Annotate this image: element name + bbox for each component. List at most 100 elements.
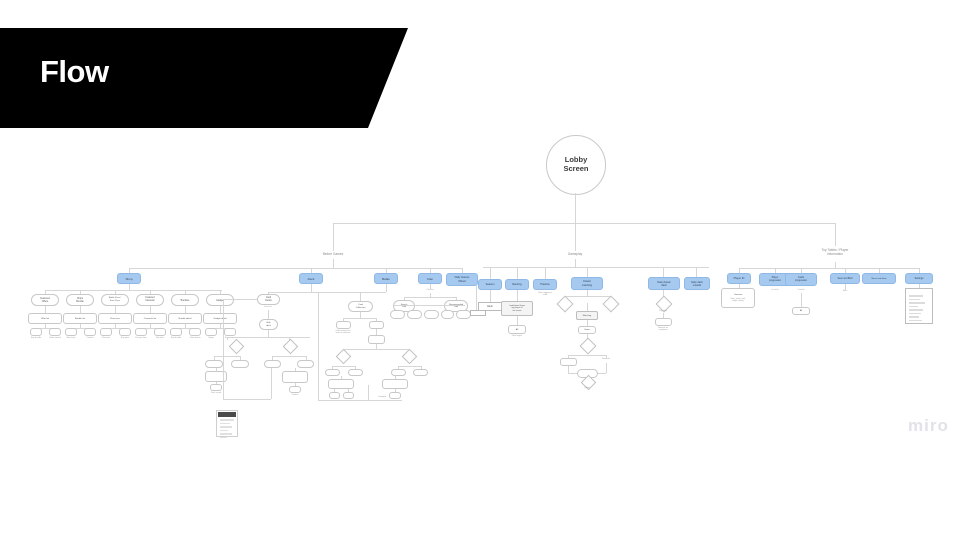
collection-leaf[interactable] bbox=[413, 369, 428, 376]
notepad-card[interactable] bbox=[216, 410, 238, 438]
clan-action[interactable] bbox=[456, 310, 471, 319]
notepad-line bbox=[220, 422, 230, 424]
doc-line bbox=[909, 295, 923, 297]
deck-decision-slot-empty[interactable] bbox=[282, 338, 299, 355]
shop-sub-bundle-list[interactable]: Bundle list bbox=[63, 313, 97, 324]
collection-card-details[interactable] bbox=[328, 379, 354, 389]
node-battle[interactable]: Battle bbox=[374, 273, 398, 284]
node-shop[interactable]: Shop bbox=[117, 273, 141, 284]
notepad-line bbox=[220, 429, 228, 431]
notepad-line bbox=[220, 436, 227, 438]
shop-leaf[interactable] bbox=[154, 328, 166, 336]
collection-leaf[interactable] bbox=[348, 369, 363, 376]
shop-leaf[interactable] bbox=[170, 328, 182, 336]
deck-leaf[interactable] bbox=[231, 360, 249, 368]
node-ranking[interactable]: Ranking bbox=[505, 279, 529, 290]
shop-leaf[interactable] bbox=[84, 328, 96, 336]
node-seen-and-built[interactable]: Seen and Built bbox=[830, 273, 860, 284]
root-node-lobby-screen[interactable]: Lobby Screen bbox=[546, 135, 606, 195]
doc-line bbox=[909, 319, 923, 321]
node-practice[interactable]: Practice bbox=[533, 279, 557, 290]
collection-leaf[interactable] bbox=[325, 369, 340, 376]
shop-sub-gadget-detail[interactable]: Gadget detail bbox=[203, 313, 237, 324]
ranking-note[interactable]: Leaderboard shows top players of the sea… bbox=[501, 301, 533, 316]
classic-decision-ready[interactable] bbox=[556, 295, 574, 313]
node-card-collection[interactable]: Card Collection bbox=[348, 301, 373, 312]
shop-sub-bundle-detail[interactable]: Bundle detail bbox=[168, 313, 202, 324]
shop-leaf[interactable] bbox=[135, 328, 147, 336]
node-player-id[interactable]: Player ID bbox=[727, 273, 751, 284]
shop-leaf[interactable] bbox=[49, 328, 61, 336]
bus-leg-right bbox=[835, 223, 836, 246]
clan-action[interactable] bbox=[424, 310, 439, 319]
collection-upgrade-cost[interactable] bbox=[382, 379, 408, 389]
deck-leaf[interactable] bbox=[289, 386, 301, 393]
daily-leaf-start[interactable] bbox=[655, 318, 672, 326]
player-id-card-body: Name, avatar, level, badge, country bbox=[730, 298, 746, 303]
collection-filter[interactable] bbox=[336, 321, 351, 329]
notepad-line bbox=[220, 419, 234, 421]
collection-decision-owned[interactable] bbox=[335, 348, 352, 365]
node-gameplay-extra[interactable]: Daily clash rewards bbox=[684, 277, 710, 290]
clan-action[interactable] bbox=[441, 310, 454, 319]
settings-document[interactable] bbox=[905, 288, 933, 324]
group-label-player-info: Top Tables / Player Information bbox=[821, 248, 849, 257]
shop-leaf[interactable] bbox=[205, 328, 217, 336]
shop-col-gadget[interactable]: Gadget bbox=[206, 294, 234, 306]
deck-leaf[interactable] bbox=[297, 360, 314, 368]
classic-decision-match-found[interactable] bbox=[602, 295, 620, 313]
classic-decision-win[interactable] bbox=[579, 337, 597, 355]
deck-leaf[interactable] bbox=[264, 360, 281, 368]
shop-leaf[interactable] bbox=[224, 328, 236, 336]
shop-col-featured-cosmetic[interactable]: Featured Cosmetic bbox=[136, 294, 164, 306]
shop-sub-cosmetic-list[interactable]: Cosmetic list bbox=[133, 313, 167, 324]
classic-game[interactable]: Game bbox=[578, 326, 596, 334]
shop-col-chips-bundle[interactable]: Chips Bundle bbox=[66, 294, 94, 306]
shop-leaf[interactable] bbox=[100, 328, 112, 336]
collection-sort[interactable] bbox=[368, 335, 385, 344]
shop-leaf[interactable] bbox=[30, 328, 42, 336]
ranking-leaf-all[interactable]: All bbox=[508, 325, 526, 334]
shop-leaf[interactable] bbox=[119, 328, 131, 336]
season-leaf-rank[interactable]: Rank bbox=[478, 302, 502, 311]
group-label-before-games: Before Games bbox=[322, 252, 344, 256]
deck-decision-valid[interactable] bbox=[228, 338, 245, 355]
shop-col-featured-offers[interactable]: Featured Offers bbox=[31, 294, 59, 306]
cards-progression-leaf[interactable]: All bbox=[792, 307, 810, 315]
player-id-overview-card[interactable]: Overview Name, avatar, level, badge, cou… bbox=[721, 288, 755, 308]
collection-leaf[interactable] bbox=[343, 392, 354, 399]
node-deck[interactable]: Deck bbox=[299, 273, 323, 284]
node-daily-classic-clash[interactable]: Daily classic clash bbox=[648, 277, 680, 290]
shop-col-battle-pass[interactable]: Battle Pass / Free Pass bbox=[101, 294, 129, 306]
shop-leaf[interactable] bbox=[65, 328, 77, 336]
root-drop-line bbox=[575, 193, 576, 223]
node-cards-progression[interactable]: Cards progression bbox=[785, 273, 817, 286]
node-settings[interactable]: Settings bbox=[905, 273, 933, 284]
shop-col-bundles[interactable]: Bundles bbox=[171, 294, 199, 306]
shop-leaf[interactable] bbox=[189, 328, 201, 336]
collection-note[interactable] bbox=[369, 321, 384, 329]
deck-leaf[interactable] bbox=[205, 360, 223, 368]
node-edit-deck[interactable]: Edit deck bbox=[259, 319, 278, 330]
clan-action[interactable] bbox=[390, 310, 405, 319]
node-classic-matching[interactable]: Classic matching bbox=[571, 277, 603, 290]
collection-decision-upgradeable[interactable] bbox=[401, 348, 418, 365]
deck-leaf[interactable] bbox=[210, 384, 222, 391]
node-news-and-infos[interactable]: News and Infos bbox=[862, 273, 896, 284]
node-daily-games-wheel[interactable]: Daily Games Wheel bbox=[446, 273, 478, 286]
node-card-decks[interactable]: Card Decks bbox=[257, 294, 280, 305]
node-season[interactable]: Season bbox=[478, 279, 502, 290]
node-clan[interactable]: Clan bbox=[418, 273, 442, 284]
deck-select-card-panel[interactable] bbox=[282, 371, 308, 383]
notepad-line bbox=[220, 426, 233, 428]
main-bus bbox=[333, 223, 836, 224]
classic-matching-status[interactable]: Matching bbox=[576, 311, 598, 320]
classic-leaf-rewards[interactable] bbox=[560, 358, 577, 366]
doc-line bbox=[909, 298, 920, 300]
shop-sub-pass-tiers[interactable]: Pass tiers bbox=[98, 313, 132, 324]
collection-leaf[interactable] bbox=[391, 369, 406, 376]
player-id-card-title: Overview bbox=[733, 293, 743, 296]
clan-action[interactable] bbox=[407, 310, 422, 319]
collection-leaf[interactable] bbox=[329, 392, 340, 399]
shop-sub-offer-list[interactable]: Offer list bbox=[28, 313, 62, 324]
